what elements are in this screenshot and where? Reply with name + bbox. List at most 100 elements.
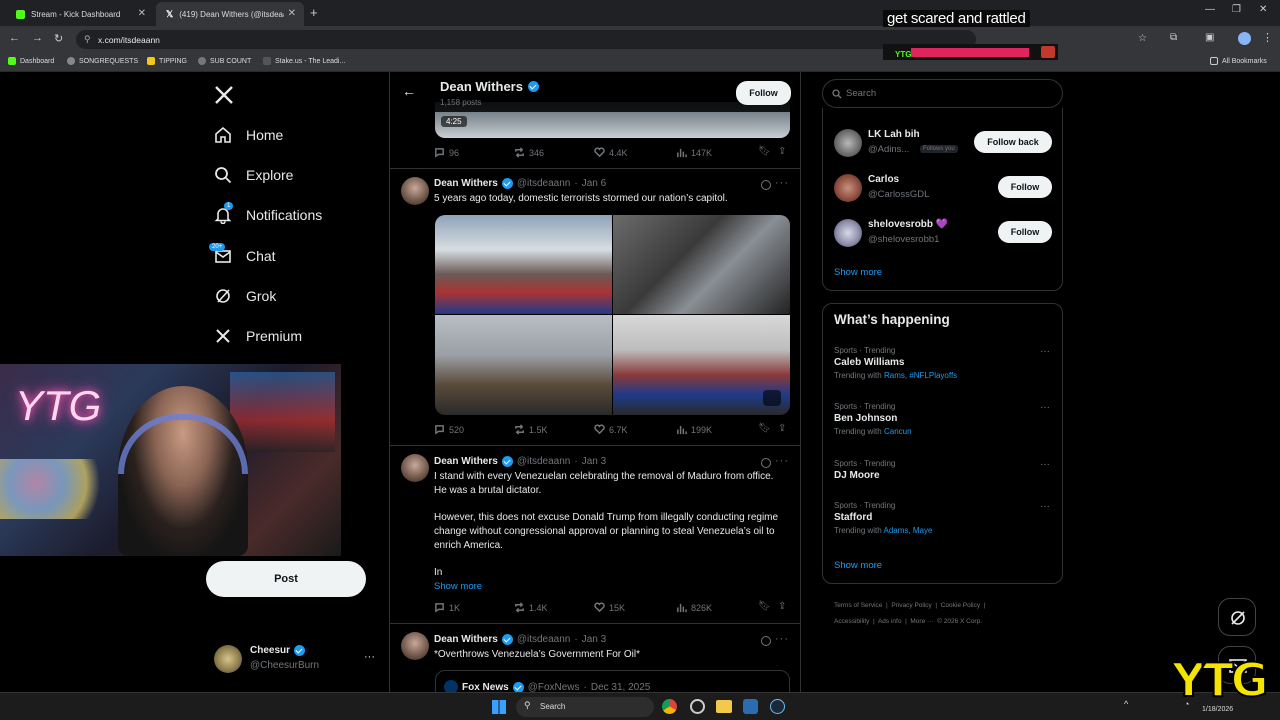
menu-icon[interactable]: ⋮ <box>1262 31 1273 44</box>
url-field[interactable]: ⚲ x.com/itsdeaann ☆ <box>76 30 1147 49</box>
bookmark-stake[interactable]: Stake.us - The Leadi... <box>263 57 345 65</box>
avatar[interactable] <box>401 632 429 660</box>
views-button[interactable]: 147K <box>676 147 712 158</box>
reply-button[interactable]: 96 <box>434 147 459 158</box>
repost-button[interactable]: 346 <box>514 147 544 158</box>
folder-icon[interactable] <box>716 700 732 713</box>
close-window-icon[interactable]: ✕ <box>1259 4 1267 15</box>
more-icon[interactable]: ··· <box>1040 459 1050 470</box>
more-icon[interactable]: ··· <box>775 633 789 645</box>
tweet-date[interactable]: Jan 3 <box>582 634 606 645</box>
reply-button[interactable]: 520 <box>434 424 464 435</box>
sidepanel-icon[interactable]: ▣ <box>1205 32 1214 43</box>
taskbar-search[interactable]: ⚲ Search <box>516 697 654 717</box>
account-switcher[interactable]: Cheesur @CheesurBurn ··· <box>214 645 379 675</box>
close-tab-icon[interactable]: ✕ <box>288 8 296 19</box>
tweet-date[interactable]: Jan 6 <box>582 178 606 189</box>
footer-link[interactable]: More ··· <box>910 618 933 625</box>
like-button[interactable]: 15K <box>594 602 625 613</box>
author-handle[interactable]: @itsdeaann <box>517 634 571 645</box>
restore-icon[interactable]: ❐ <box>1232 4 1241 15</box>
image-grid[interactable] <box>435 215 790 415</box>
follow-button[interactable]: Follow <box>998 221 1052 243</box>
search-input[interactable]: Search <box>822 79 1063 108</box>
extensions-icon[interactable]: ⧉ <box>1170 32 1177 43</box>
tweet[interactable]: Dean Withers @itsdeaann · Jan 3 ··· I st… <box>390 446 800 624</box>
quoted-tweet[interactable]: Fox News @FoxNews · Dec 31, 2025 <box>435 670 790 692</box>
trend-item[interactable]: Sports · Trending Stafford Trending with… <box>834 501 1054 545</box>
windows-start-icon[interactable] <box>492 700 506 714</box>
reload-icon[interactable]: ↻ <box>54 32 63 45</box>
reply-button[interactable]: 1K <box>434 602 460 613</box>
forward-icon[interactable]: → <box>32 32 43 44</box>
show-more-link[interactable]: Show more <box>834 267 882 278</box>
follow-back-button[interactable]: Follow back <box>974 131 1052 153</box>
chrome-icon[interactable] <box>662 699 677 714</box>
share-icon[interactable]: ⇪ <box>778 423 786 434</box>
trend-related-tags[interactable]: Adams, Maye <box>884 526 933 535</box>
back-icon[interactable]: ← <box>9 32 20 44</box>
bookmark-icon[interactable]: 🔖︎ <box>758 423 771 434</box>
x-logo-icon[interactable] <box>214 85 234 105</box>
more-icon[interactable]: ··· <box>775 177 789 189</box>
footer-link[interactable]: Cookie Policy <box>941 602 980 609</box>
grok-icon[interactable] <box>761 636 771 646</box>
minimize-icon[interactable]: — <box>1205 4 1215 15</box>
steam-icon[interactable] <box>770 699 785 714</box>
author-handle[interactable]: @itsdeaann <box>517 178 571 189</box>
tab-kick-dashboard[interactable]: Stream - Kick Dashboard ✕ <box>6 2 154 26</box>
repost-button[interactable]: 1.4K <box>514 602 548 613</box>
trend-related-tags[interactable]: Rams, #NFLPlayoffs <box>884 371 957 380</box>
app-icon[interactable] <box>743 699 758 714</box>
nav-grok[interactable]: Grok <box>214 287 276 305</box>
new-tab-button[interactable]: + <box>310 5 318 20</box>
all-bookmarks[interactable]: All Bookmarks <box>1210 57 1267 65</box>
site-info-icon[interactable]: ⚲ <box>84 34 91 45</box>
bookmark-icon[interactable]: 🔖︎ <box>758 146 771 157</box>
show-more-link[interactable]: Show more <box>434 580 779 594</box>
follow-button[interactable]: Follow <box>736 81 791 105</box>
trend-related-tags[interactable]: Cancun <box>884 427 912 436</box>
tray-chevron-icon[interactable]: ^ <box>1124 699 1128 709</box>
trend-item[interactable]: Sports · Trending Caleb Williams Trendin… <box>834 346 1054 390</box>
more-icon[interactable]: ··· <box>1040 501 1050 512</box>
back-arrow-icon[interactable]: ← <box>402 83 416 99</box>
bookmark-icon[interactable]: 🔖︎ <box>758 601 771 612</box>
follow-suggestion[interactable]: Carlos @CarlossGDL Follow <box>823 171 1062 205</box>
grok-icon[interactable] <box>761 458 771 468</box>
author-handle[interactable]: @itsdeaann <box>517 456 571 467</box>
grok-floating-button[interactable] <box>1218 598 1256 636</box>
show-more-link[interactable]: Show more <box>834 560 882 571</box>
tweet-image[interactable] <box>435 315 612 415</box>
bookmark-dashboard[interactable]: Dashboard <box>8 57 54 65</box>
share-icon[interactable]: ⇪ <box>778 146 786 157</box>
alt-icon[interactable] <box>763 390 781 406</box>
tweet[interactable]: Dean Withers @itsdeaann · Jan 3 ··· *Ove… <box>390 624 800 692</box>
grok-icon[interactable] <box>761 180 771 190</box>
tweet-image[interactable] <box>435 215 612 314</box>
follow-button[interactable]: Follow <box>998 176 1052 198</box>
tweet-image[interactable] <box>613 215 790 314</box>
footer-link[interactable]: Ads info <box>878 618 902 625</box>
views-button[interactable]: 199K <box>676 424 712 435</box>
like-button[interactable]: 4.4K <box>594 147 628 158</box>
footer-link[interactable]: Terms of Service <box>834 602 882 609</box>
bookmark-star-icon[interactable]: ☆ <box>1138 33 1147 44</box>
more-icon[interactable]: ··· <box>364 651 375 663</box>
post-button[interactable]: Post <box>206 561 366 597</box>
app-icon[interactable] <box>690 699 705 714</box>
more-icon[interactable]: ··· <box>1040 346 1050 357</box>
nav-home[interactable]: Home <box>214 126 283 144</box>
trend-item[interactable]: Sports · Trending Ben Johnson Trending w… <box>834 402 1054 446</box>
bookmark-songrequests[interactable]: SONGREQUESTS <box>67 57 138 65</box>
footer-link[interactable]: Accessibility <box>834 618 869 625</box>
author-name[interactable]: Dean Withers <box>434 456 498 467</box>
footer-link[interactable]: Privacy Policy <box>891 602 931 609</box>
nav-premium[interactable]: Premium <box>214 327 302 345</box>
views-button[interactable]: 826K <box>676 602 712 613</box>
trend-item[interactable]: Sports · Trending DJ Moore ··· <box>834 459 1054 493</box>
nav-explore[interactable]: Explore <box>214 166 293 184</box>
close-tab-icon[interactable]: ✕ <box>138 8 146 19</box>
tab-dean-withers[interactable]: 𝕏 (419) Dean Withers (@itsdeaan ✕ <box>156 2 304 26</box>
more-icon[interactable]: ··· <box>1040 402 1050 413</box>
